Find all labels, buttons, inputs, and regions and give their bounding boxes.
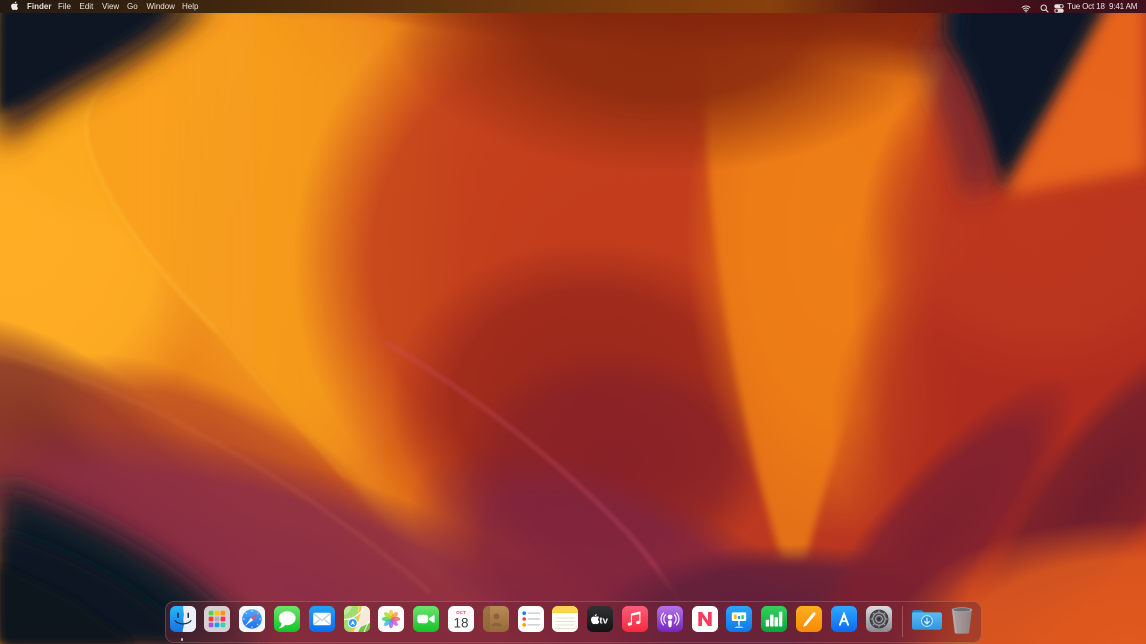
svg-text:tv: tv: [600, 616, 609, 627]
svg-text:18: 18: [453, 616, 468, 631]
